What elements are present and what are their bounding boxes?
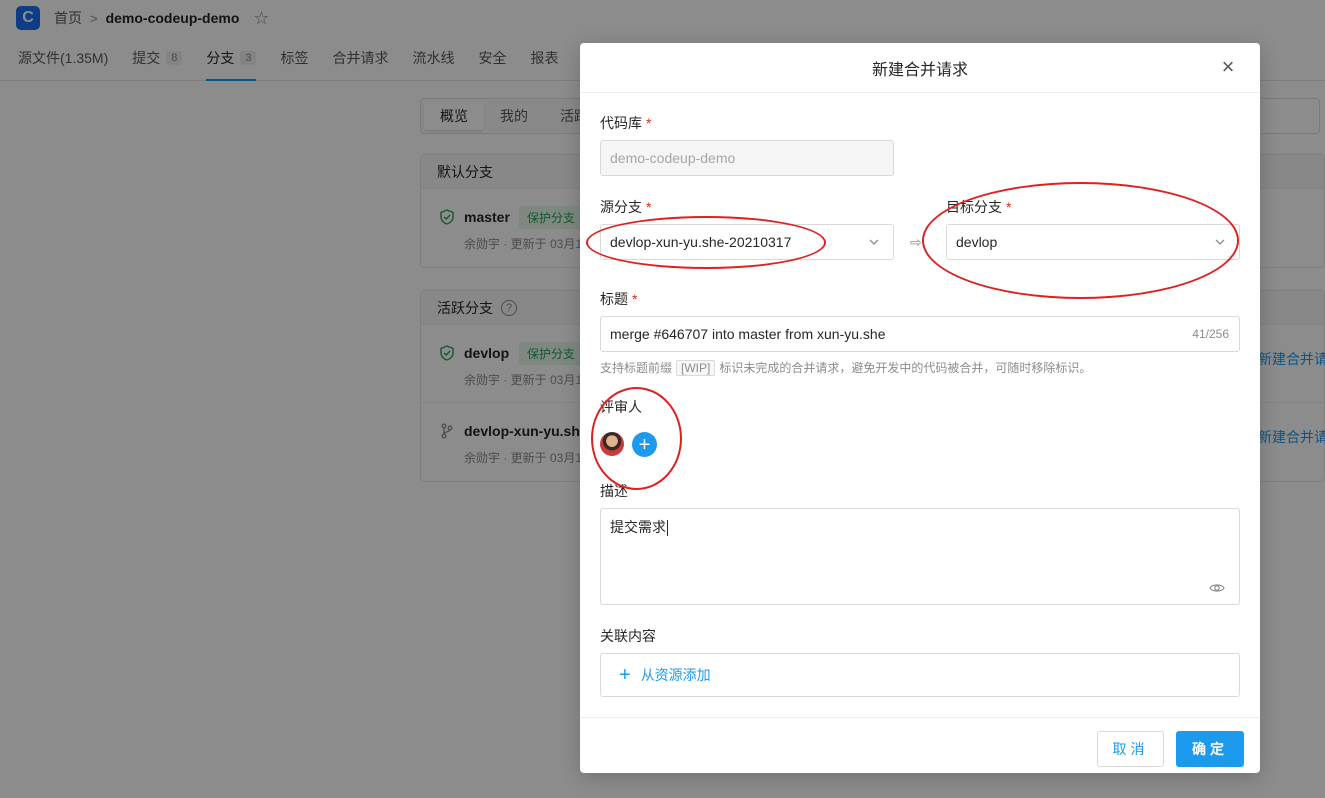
dialog-title: 新建合并请求 — [871, 61, 968, 79]
required-mark: * — [646, 115, 652, 131]
target-branch-label-text: 目标分支 — [946, 199, 1002, 215]
chevron-down-icon — [1213, 235, 1227, 249]
target-branch-label: 目标分支 * — [946, 197, 1011, 217]
related-label: 关联内容 — [600, 628, 656, 644]
title-label: 标题 * — [600, 289, 637, 309]
add-from-resource-label: 从资源添加 — [640, 667, 711, 683]
text-caret — [667, 520, 668, 537]
plus-icon: + — [619, 664, 631, 686]
source-branch-select[interactable]: devlop-xun-yu.she-20210317 — [600, 224, 894, 260]
repo-label-text: 代码库 — [600, 115, 642, 131]
title-hint: 支持标题前缀 [WIP] 标识未完成的合并请求，避免开发中的代码被合并，可随时移除标… — [600, 359, 1091, 376]
new-merge-request-dialog: 新建合并请求 × 代码库 * demo-codeup-demo 源分支 * devl… — [580, 43, 1260, 773]
source-branch-value: devlop-xun-yu.she-20210317 — [610, 234, 792, 250]
arrow-right-icon: ⇨ — [910, 234, 922, 250]
dialog-header: 新建合并请求 × — [580, 43, 1260, 93]
dialog-footer: 取消 确定 — [580, 717, 1260, 773]
title-label-text: 标题 — [600, 291, 628, 307]
chevron-down-icon — [867, 235, 881, 249]
description-value: 提交需求 — [610, 519, 666, 535]
reviewer-avatar[interactable] — [600, 432, 624, 456]
source-branch-label-text: 源分支 — [600, 199, 642, 215]
source-branch-label: 源分支 * — [600, 197, 651, 217]
add-from-resource-button[interactable]: + 从资源添加 — [600, 653, 1240, 697]
close-icon[interactable]: × — [1216, 55, 1240, 79]
confirm-button[interactable]: 确定 — [1176, 731, 1244, 767]
title-char-count: 41/256 — [1192, 327, 1229, 341]
target-branch-value: devlop — [956, 234, 998, 250]
hint-prefix: 支持标题前缀 — [600, 361, 673, 375]
repo-label: 代码库 * — [600, 113, 651, 133]
wip-tag: [WIP] — [676, 360, 716, 376]
target-branch-select[interactable]: devlop — [946, 224, 1240, 260]
title-input[interactable]: merge #646707 into master from xun-yu.sh… — [600, 316, 1240, 352]
title-input-value: merge #646707 into master from xun-yu.sh… — [610, 326, 886, 342]
hint-suffix: 标识未完成的合并请求，避免开发中的代码被合并，可随时移除标识。 — [719, 361, 1092, 375]
add-reviewer-button[interactable]: + — [632, 432, 657, 457]
repo-field: demo-codeup-demo — [600, 140, 894, 176]
required-mark: * — [1006, 199, 1012, 215]
cancel-button[interactable]: 取消 — [1097, 731, 1164, 767]
reviewer-label: 评审人 — [600, 399, 642, 415]
preview-eye-icon[interactable] — [1209, 580, 1225, 596]
required-mark: * — [646, 199, 652, 215]
required-mark: * — [632, 291, 638, 307]
description-label: 描述 — [600, 483, 628, 499]
description-textarea[interactable]: 提交需求 — [600, 508, 1240, 605]
